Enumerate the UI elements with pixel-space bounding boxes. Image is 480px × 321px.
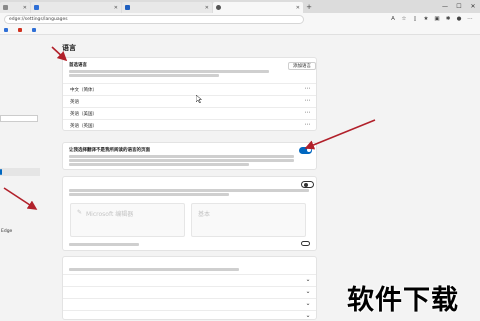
settings-sidebar: Edge bbox=[0, 35, 40, 320]
footer-toggle[interactable] bbox=[301, 241, 310, 246]
spellcheck-language-row: ⌄ bbox=[63, 298, 316, 310]
sidebar-item[interactable] bbox=[0, 130, 40, 138]
minimize-icon[interactable]: — bbox=[438, 3, 452, 10]
option-editor-label: Microsoft 编辑器 bbox=[86, 211, 134, 218]
tab-strip: ✕ ✕ ✕ ✕ + — ☐ ✕ bbox=[0, 0, 480, 13]
sidebar-item-edge[interactable]: Edge bbox=[0, 228, 40, 236]
editor-pen-icon: ✎ bbox=[77, 209, 83, 216]
language-row: 中文（简体） ⋯ bbox=[63, 83, 316, 95]
more-options-icon[interactable]: ⋯ bbox=[305, 121, 312, 128]
mouse-cursor-icon bbox=[196, 95, 202, 103]
add-language-button[interactable]: 添加语言 bbox=[288, 62, 316, 70]
tab-favicon-icon bbox=[34, 5, 39, 10]
sidebar-item[interactable] bbox=[0, 218, 40, 226]
description-line bbox=[69, 155, 294, 158]
tab-favicon-icon bbox=[3, 5, 8, 10]
chevron-down-icon[interactable]: ⌄ bbox=[305, 276, 311, 283]
sidebar-item[interactable] bbox=[0, 110, 40, 118]
more-options-icon[interactable]: ⋯ bbox=[305, 109, 312, 116]
split-screen-icon[interactable]: ▯ bbox=[411, 16, 419, 22]
chevron-down-icon[interactable]: ⌄ bbox=[305, 288, 311, 295]
sidebar-item[interactable] bbox=[0, 120, 40, 128]
favorite-link[interactable] bbox=[32, 27, 38, 32]
address-url: edge://settings/languages bbox=[9, 16, 68, 22]
description-line bbox=[69, 159, 294, 162]
language-row: 英语 ⋯ bbox=[63, 95, 316, 107]
close-icon[interactable]: ✕ bbox=[111, 5, 118, 11]
star-icon[interactable]: ☆ bbox=[400, 16, 408, 22]
preferred-languages-title: 首选语言 bbox=[69, 63, 87, 68]
gear-icon bbox=[216, 5, 221, 10]
profile-icon[interactable]: ● bbox=[455, 16, 463, 22]
window-controls: — ☐ ✕ bbox=[438, 0, 480, 13]
tab[interactable]: ✕ bbox=[31, 2, 121, 13]
sidebar-item[interactable] bbox=[0, 198, 40, 206]
description-line bbox=[69, 70, 269, 73]
favicon-icon bbox=[18, 27, 22, 32]
spellcheck-card: ⌄ ⌄ ⌄ ⌄ bbox=[62, 256, 317, 320]
tab-favicon-icon bbox=[125, 5, 130, 10]
close-icon[interactable]: ✕ bbox=[20, 5, 27, 11]
spellcheck-language-row: ⌄ bbox=[63, 310, 316, 321]
language-name: 英语 bbox=[70, 100, 79, 105]
description-line bbox=[69, 193, 229, 196]
language-name: 英语（美国） bbox=[70, 112, 97, 117]
option-basic-label: 基本 bbox=[198, 211, 211, 218]
browser-toolbar: edge://settings/languages A ☆ ▯ ★ ▣ ✱ ● … bbox=[0, 13, 480, 25]
sidebar-item[interactable] bbox=[0, 208, 40, 216]
language-name: 中文（简体） bbox=[70, 88, 97, 93]
address-bar[interactable]: edge://settings/languages bbox=[4, 14, 304, 24]
more-icon[interactable]: ⋯ bbox=[466, 16, 474, 22]
close-window-icon[interactable]: ✕ bbox=[466, 3, 480, 10]
writing-assistance-card: ✎ Microsoft 编辑器 基本 bbox=[62, 176, 317, 251]
tab-settings[interactable]: ✕ bbox=[213, 2, 303, 13]
language-row: 英语（美国） ⋯ bbox=[63, 107, 316, 119]
spellcheck-subtitle bbox=[69, 268, 239, 271]
translate-card: 让我选择翻译不是我所阅读的语言的页面 bbox=[62, 142, 317, 170]
favorite-link[interactable] bbox=[18, 27, 24, 32]
collections-icon[interactable]: ▣ bbox=[433, 16, 441, 22]
favorites-bar bbox=[0, 25, 480, 35]
tab[interactable]: ✕ bbox=[0, 2, 30, 13]
language-name: 英语（英国） bbox=[70, 124, 97, 129]
translate-title: 让我选择翻译不是我所阅读的语言的页面 bbox=[69, 148, 150, 153]
sidebar-item[interactable] bbox=[0, 80, 40, 88]
chevron-down-icon[interactable]: ⌄ bbox=[305, 300, 311, 307]
writing-assistance-footer bbox=[69, 243, 139, 246]
tab[interactable]: ✕ bbox=[122, 2, 212, 13]
option-basic[interactable]: 基本 bbox=[191, 203, 306, 237]
extensions-icon[interactable]: ✱ bbox=[444, 16, 452, 22]
writing-assistance-toggle[interactable] bbox=[301, 181, 314, 188]
more-options-icon[interactable]: ⋯ bbox=[305, 97, 312, 104]
favorite-link[interactable] bbox=[4, 27, 10, 32]
page-title: 语言 bbox=[62, 44, 76, 52]
close-icon[interactable]: ✕ bbox=[202, 5, 209, 11]
more-options-icon[interactable]: ⋯ bbox=[305, 85, 312, 92]
favorites-icon[interactable]: ★ bbox=[422, 16, 430, 22]
option-editor[interactable]: ✎ Microsoft 编辑器 bbox=[70, 203, 185, 237]
description-line bbox=[69, 163, 249, 166]
read-aloud-icon[interactable]: A bbox=[389, 16, 397, 22]
close-icon[interactable]: ✕ bbox=[293, 5, 300, 11]
sidebar-item-label: Edge bbox=[1, 229, 13, 234]
sidebar-item-languages[interactable] bbox=[0, 168, 40, 176]
preferred-languages-card: 首选语言 添加语言 中文（简体） ⋯ 英语 ⋯ 英语（美国） ⋯ 英语（英国） … bbox=[62, 57, 317, 131]
spellcheck-language-row: ⌄ bbox=[63, 274, 316, 286]
description-line bbox=[69, 189, 309, 192]
spellcheck-language-row: ⌄ bbox=[63, 286, 316, 298]
language-row: 英语（英国） ⋯ bbox=[63, 119, 316, 131]
favicon-icon bbox=[4, 27, 8, 32]
watermark: 软件下载 bbox=[347, 285, 459, 316]
new-tab-button[interactable]: + bbox=[304, 2, 314, 13]
maximize-icon[interactable]: ☐ bbox=[452, 3, 466, 10]
favicon-icon bbox=[32, 27, 36, 32]
translate-toggle[interactable] bbox=[299, 147, 312, 154]
description-line bbox=[69, 74, 219, 77]
chevron-down-icon[interactable]: ⌄ bbox=[305, 312, 311, 319]
